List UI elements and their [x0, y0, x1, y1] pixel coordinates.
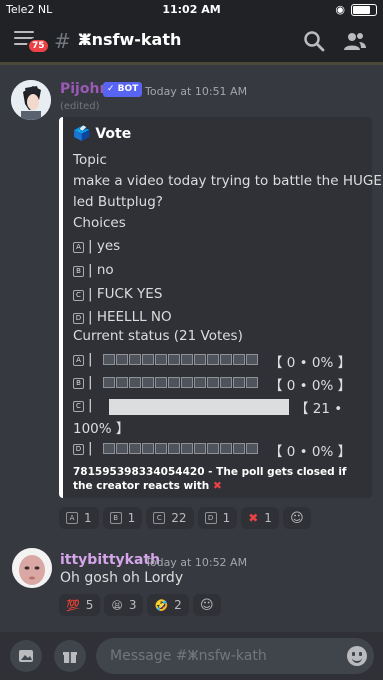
- choice-item: B | no: [73, 262, 114, 278]
- reaction-letter-c[interactable]: C 22: [146, 507, 194, 529]
- message-text: Oh gosh oh Lordy: [60, 570, 184, 586]
- reaction-hundred[interactable]: 💯 5: [59, 594, 101, 616]
- rofl-icon: 🤣: [154, 598, 169, 612]
- hundred-points-icon: 💯: [66, 598, 80, 612]
- embed-title: 🗳️ Vote: [73, 126, 132, 142]
- notification-badge: 75: [27, 38, 50, 54]
- status-row: C | 【 21 •: [73, 397, 363, 417]
- status-result-wrap: 100% 】: [73, 421, 130, 437]
- letter-d-icon: D: [73, 444, 84, 455]
- letter-b-icon: B: [109, 512, 122, 524]
- topic-text: led Buttplug?: [73, 194, 163, 210]
- author-name[interactable]: Pijohn: [60, 81, 109, 97]
- progress-bar-empty: [103, 377, 258, 388]
- status-row: D | 【 0 • 0% 】: [73, 440, 363, 460]
- clock: 11:02 AM: [162, 3, 221, 16]
- reaction-letter-a[interactable]: A1: [59, 507, 99, 529]
- ballot-box-icon: 🗳️: [73, 126, 91, 142]
- topic-text: make a video today trying to battle the …: [73, 173, 382, 189]
- reaction-cross-mark[interactable]: ✖ 1: [241, 507, 279, 529]
- status-result: 【 0 • 0% 】: [269, 355, 352, 371]
- reaction-tired-face[interactable]: 😫 3: [104, 594, 144, 616]
- bot-tag: ✓ BOT: [103, 82, 143, 97]
- status-label: Current status (21 Votes): [73, 328, 243, 344]
- letter-c-icon: C: [153, 512, 166, 524]
- orientation-lock-icon: ◉: [335, 3, 345, 16]
- tired-face-icon: 😫: [111, 598, 123, 612]
- letter-c-icon: C: [73, 401, 84, 412]
- reaction-letter-b[interactable]: B1: [102, 507, 143, 529]
- topic-label: Topic: [73, 152, 107, 168]
- choice-item: D | HEELLL NO: [73, 309, 172, 325]
- add-reaction-icon[interactable]: ☺: [282, 507, 311, 529]
- gift-icon[interactable]: [54, 640, 86, 672]
- battery-icon: [351, 4, 377, 16]
- add-reaction-icon[interactable]: ☺: [192, 594, 221, 616]
- header-divider: [0, 62, 383, 65]
- edited-label: (edited): [60, 101, 100, 112]
- message-timestamp: Today at 10:52 AM: [145, 556, 248, 569]
- status-row: A | 【 0 • 0% 】: [73, 351, 363, 371]
- letter-a-icon: A: [66, 512, 78, 524]
- choice-item: A | yes: [73, 238, 120, 254]
- message-timestamp: Today at 10:51 AM: [145, 85, 248, 98]
- status-result: 【 0 • 0% 】: [269, 378, 352, 394]
- search-icon[interactable]: [303, 30, 325, 52]
- members-icon[interactable]: [343, 30, 367, 52]
- letter-b-icon: B: [73, 266, 84, 277]
- choice-item: C | FUCK YES: [73, 286, 162, 302]
- status-row: B | 【 0 • 0% 】: [73, 374, 363, 394]
- poll-embed: 🗳️ Vote Topic make a video today trying …: [59, 117, 382, 498]
- choices-label: Choices: [73, 215, 126, 231]
- letter-d-icon: D: [204, 512, 217, 524]
- letter-d-icon: D: [73, 313, 84, 324]
- reaction-rofl[interactable]: 🤣 2: [147, 594, 189, 616]
- channel-title[interactable]: ⵥnsfw-kath: [78, 30, 181, 49]
- progress-bar-full: [109, 399, 289, 415]
- status-result: 【 21 •: [295, 401, 343, 417]
- embed-footer: 781595398334054420 - The poll gets close…: [73, 466, 347, 492]
- cross-mark-icon: ✖: [248, 511, 259, 525]
- progress-bar-empty: [103, 354, 258, 365]
- reaction-bar: 💯 5 😫 3 🤣 2 ☺: [59, 594, 221, 616]
- avatar[interactable]: [12, 548, 52, 588]
- progress-bar-empty: [103, 443, 258, 454]
- status-result: 【 0 • 0% 】: [269, 444, 352, 460]
- letter-a-icon: A: [73, 355, 84, 366]
- cross-mark-icon: ✖: [212, 480, 222, 492]
- channel-header: 75 # ⵥnsfw-kath: [0, 20, 383, 62]
- image-upload-icon[interactable]: [10, 640, 42, 672]
- reaction-bar: A1 B1 C 22 D1 ✖ 1 ☺: [59, 507, 311, 529]
- message-composer: Message #ⵥnsfw-kath: [0, 632, 383, 680]
- channel-hash-icon: #: [54, 29, 71, 53]
- letter-b-icon: B: [73, 378, 84, 389]
- status-bar: Tele2 NL 11:02 AM ◉: [0, 0, 383, 20]
- letter-a-icon: A: [73, 242, 84, 253]
- message-input[interactable]: Message #ⵥnsfw-kath: [96, 638, 374, 674]
- emoji-picker-icon[interactable]: [347, 646, 367, 666]
- reaction-letter-d[interactable]: D1: [197, 507, 238, 529]
- avatar[interactable]: [11, 80, 51, 120]
- letter-c-icon: C: [73, 290, 84, 301]
